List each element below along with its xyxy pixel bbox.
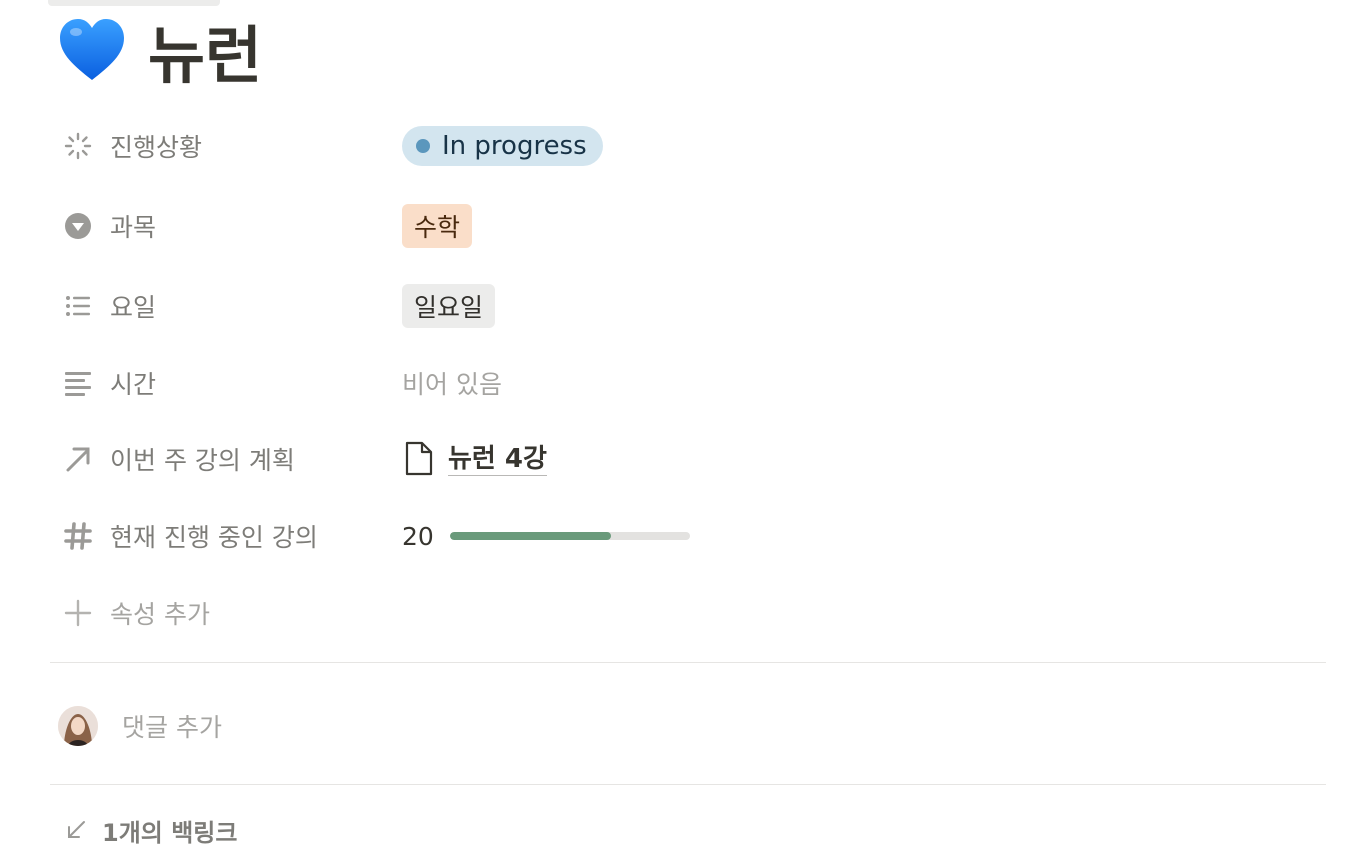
progress-bar [449,532,690,540]
property-name-time[interactable]: 시간 [60,365,402,401]
page-header: 뉴런 [56,12,262,92]
divider [50,662,1326,663]
property-row-subject: 과목 수학 [60,204,473,248]
subject-tag[interactable]: 수학 [402,204,473,248]
property-name-status[interactable]: 진행상황 [60,128,402,164]
blue-heart-icon[interactable] [56,14,128,86]
document-icon [405,441,433,476]
property-name-subject[interactable]: 과목 [60,208,402,244]
backlinks-label: 1개의 백링크 [102,818,238,847]
property-name-day[interactable]: 요일 [60,288,402,324]
hash-icon [60,518,96,554]
add-property-label: 속성 추가 [110,600,210,629]
property-label: 과목 [110,213,157,242]
property-row-status: 진행상황 In progress [60,124,603,168]
divider [50,784,1326,785]
property-row-time: 시간 비어 있음 [60,361,502,405]
status-dot [416,139,430,153]
property-row-current: 현재 진행 중인 강의 20 [60,514,690,558]
property-label: 진행상황 [110,133,203,162]
add-property-row[interactable]: 속성 추가 [60,591,402,635]
property-label: 요일 [110,293,157,322]
backlinks-toggle[interactable]: 1개의 백링크 [64,810,237,850]
comment-placeholder[interactable]: 댓글 추가 [122,708,222,744]
text-lines-icon [60,365,96,401]
property-name-plan[interactable]: 이번 주 강의 계획 [60,441,402,477]
property-label: 이번 주 강의 계획 [110,446,295,475]
property-label: 현재 진행 중인 강의 [110,523,318,552]
property-row-plan: 이번 주 강의 계획 뉴런 4강 [60,437,547,481]
comment-input-row[interactable]: 댓글 추가 [58,704,222,748]
notion-page: 뉴런 진행상황 In progress 과목 수학 요일 일요일 시간 비어 있… [0,0,1348,858]
day-tag[interactable]: 일요일 [402,284,496,328]
status-badge[interactable]: In progress [402,126,603,166]
property-name-current[interactable]: 현재 진행 중인 강의 [60,518,402,554]
select-triangle-icon [60,208,96,244]
property-label: 시간 [110,370,157,399]
progress-fill [449,532,611,540]
plus-icon [60,595,96,631]
number-text: 20 [402,521,434,551]
status-value: In progress [442,131,587,161]
avatar [58,706,98,746]
current-number-value[interactable]: 20 [402,522,690,551]
time-empty-value[interactable]: 비어 있음 [402,365,502,401]
arrow-down-left-icon [68,821,85,838]
relation-link[interactable]: 뉴런 4강 [402,441,547,477]
loading-spinner-icon [60,128,96,164]
relation-link-text: 뉴런 4강 [448,443,547,476]
property-row-day: 요일 일요일 [60,284,496,328]
page-title[interactable]: 뉴런 [148,5,262,95]
add-property-button[interactable]: 속성 추가 [60,595,402,631]
relation-arrow-icon [60,441,96,477]
list-icon [60,288,96,324]
